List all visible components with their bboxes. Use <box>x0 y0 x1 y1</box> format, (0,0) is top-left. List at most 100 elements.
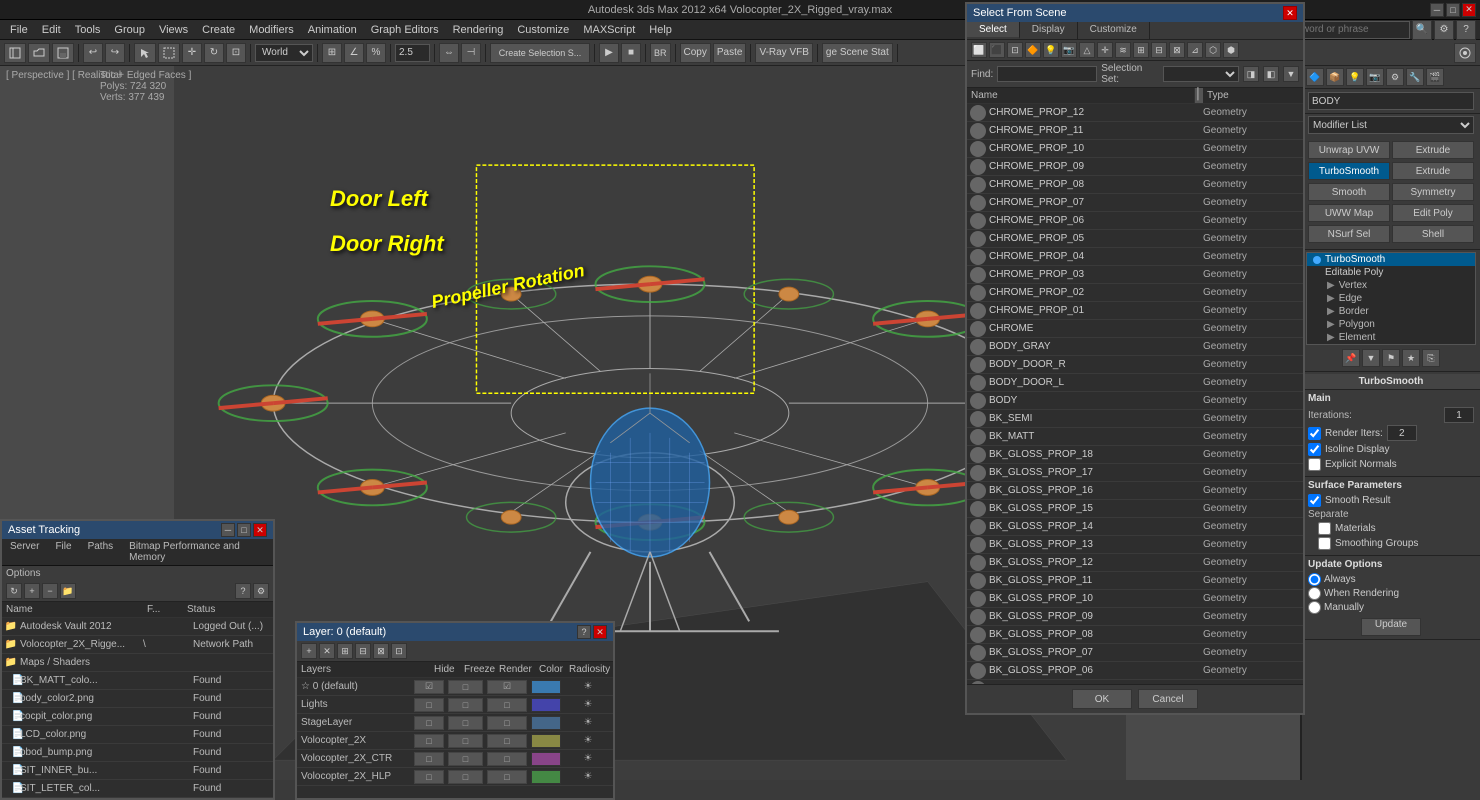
at-list-item[interactable]: 📄 body_color2.png Found <box>2 690 273 708</box>
modifier-list-dropdown[interactable]: Modifier List <box>1308 116 1474 134</box>
scene-row[interactable]: CHROME_PROP_01 Geometry <box>967 302 1303 320</box>
vray-vfb-btn[interactable]: V-Ray VFB <box>755 43 812 63</box>
at-list-item[interactable]: 📄 SIT_LETER_col... Found <box>2 780 273 798</box>
layer-freeze-check[interactable]: □ <box>448 770 483 784</box>
layer-render-check[interactable]: □ <box>487 752 527 766</box>
tab-display[interactable]: Display <box>1020 22 1078 39</box>
rp-icon-2[interactable]: 📦 <box>1326 68 1344 86</box>
scene-row[interactable]: BK_GLOSS_PROP_15 Geometry <box>967 500 1303 518</box>
ok-button[interactable]: OK <box>1072 689 1132 709</box>
at-add-btn[interactable]: + <box>24 583 40 599</box>
lm-sel-obj-btn[interactable]: ⊟ <box>355 643 371 659</box>
scene-row[interactable]: BK_GLOSS_PROP_10 Geometry <box>967 590 1303 608</box>
sel-set-arrow[interactable]: ▼ <box>1283 66 1299 82</box>
scene-row[interactable]: CHROME_PROP_12 Geometry <box>967 104 1303 122</box>
dialog-cam-btn[interactable]: 📷 <box>1061 42 1077 58</box>
menu-group[interactable]: Group <box>108 24 151 36</box>
layer-row[interactable]: ☆ 0 (default) ☑ □ ☑ ☀ <box>297 678 613 696</box>
dialog-shape-btn[interactable]: △ <box>1079 42 1095 58</box>
render-iters-check[interactable] <box>1308 427 1321 440</box>
lm-delete-btn[interactable]: ✕ <box>319 643 335 659</box>
scale-btn[interactable]: ⊡ <box>226 43 246 63</box>
at-menu-file[interactable]: File <box>47 539 79 565</box>
dialog-xref-btn[interactable]: ⊟ <box>1151 42 1167 58</box>
edit-poly-btn[interactable]: Edit Poly <box>1392 204 1474 222</box>
at-maximize-btn[interactable]: □ <box>237 523 251 537</box>
menu-help[interactable]: Help <box>643 24 678 36</box>
tab-select[interactable]: Select <box>967 22 1020 39</box>
scene-row[interactable]: CHROME_PROP_10 Geometry <box>967 140 1303 158</box>
layer-freeze-check[interactable]: □ <box>448 698 483 712</box>
at-list-item[interactable]: 📁 Volocopter_2X_Rigge... \ Network Path <box>2 636 273 654</box>
percent-snap-btn[interactable]: % <box>366 43 386 63</box>
at-help-btn[interactable]: ? <box>235 583 251 599</box>
menu-customize[interactable]: Customize <box>511 24 575 36</box>
nav-star-btn[interactable]: ★ <box>1402 349 1420 367</box>
undo-btn[interactable]: ↩ <box>83 43 103 63</box>
rp-icon-7[interactable]: 🎬 <box>1426 68 1444 86</box>
scene-row[interactable]: CHROME_PROP_02 Geometry <box>967 284 1303 302</box>
lm-question-btn[interactable]: ? <box>577 625 591 639</box>
scene-row[interactable]: BODY_GRAY Geometry <box>967 338 1303 356</box>
new-btn[interactable] <box>4 43 26 63</box>
smooth-btn[interactable]: Smooth <box>1308 183 1390 201</box>
layer-hide-check[interactable]: □ <box>414 752 444 766</box>
at-menu-paths[interactable]: Paths <box>80 539 122 565</box>
symmetry-btn[interactable]: Symmetry <box>1392 183 1474 201</box>
sel-set-btn2[interactable]: ◧ <box>1263 66 1279 82</box>
menu-file[interactable]: File <box>4 24 34 36</box>
snap-btn[interactable]: ⊞ <box>322 43 342 63</box>
reference-dropdown[interactable]: World Local Screen <box>255 44 313 62</box>
rp-icon-3[interactable]: 💡 <box>1346 68 1364 86</box>
dialog-group-btn[interactable]: ⊞ <box>1133 42 1149 58</box>
paste-btn[interactable]: Paste <box>713 43 747 63</box>
menu-tools[interactable]: Tools <box>69 24 107 36</box>
scene-row[interactable]: BK_GLOSS_PROP_08 Geometry <box>967 626 1303 644</box>
lm-cur-layer-btn[interactable]: ⊡ <box>391 643 407 659</box>
search-button[interactable]: 🔍 <box>1412 20 1432 40</box>
minimize-button[interactable]: ─ <box>1430 3 1444 17</box>
menu-animation[interactable]: Animation <box>302 24 363 36</box>
at-list-item[interactable]: 📁 Maps / Shaders <box>2 654 273 672</box>
copy-btn[interactable]: Copy <box>680 43 711 63</box>
scene-row[interactable]: BK_SEMI Geometry <box>967 410 1303 428</box>
layer-freeze-check[interactable]: □ <box>448 752 483 766</box>
scene-row[interactable]: BK_GLOSS_PROP_11 Geometry <box>967 572 1303 590</box>
editable-poly-stack-item[interactable]: Editable Poly <box>1307 266 1475 279</box>
dialog-close-btn[interactable]: ✕ <box>1283 6 1297 20</box>
dialog-invert-btn[interactable]: ⊡ <box>1007 42 1023 58</box>
lm-add-btn[interactable]: + <box>301 643 317 659</box>
scene-row[interactable]: CHROME_PROP_04 Geometry <box>967 248 1303 266</box>
col-resize[interactable]: │ <box>1195 88 1203 103</box>
smooth-result-check[interactable] <box>1308 494 1321 507</box>
scene-row[interactable]: CHROME_PROP_08 Geometry <box>967 176 1303 194</box>
layer-color-swatch[interactable] <box>531 770 561 784</box>
layer-freeze-check[interactable]: □ <box>448 680 483 694</box>
uvw-map-btn[interactable]: UWW Map <box>1308 204 1390 222</box>
create-selection-btn[interactable]: Create Selection S... <box>490 43 590 63</box>
layer-hide-check[interactable]: ☑ <box>414 680 444 694</box>
layer-hide-check[interactable]: □ <box>414 716 444 730</box>
layer-color-swatch[interactable] <box>531 716 561 730</box>
at-menu-server[interactable]: Server <box>2 539 47 565</box>
layer-render-check[interactable]: □ <box>487 770 527 784</box>
layer-render-check[interactable]: ☑ <box>487 680 527 694</box>
layer-row[interactable]: Volocopter_2X_HLP □ □ □ ☀ <box>297 768 613 786</box>
turbo-smooth-top-btn[interactable]: TurboSmooth <box>1308 162 1390 180</box>
scene-row[interactable]: BK_GLOSS_PROP_07 Geometry <box>967 644 1303 662</box>
scene-stat-btn[interactable]: ge Scene Stat <box>822 43 893 63</box>
scene-row[interactable]: BK_GLOSS_PROP_16 Geometry <box>967 482 1303 500</box>
layer-color-swatch[interactable] <box>531 680 561 694</box>
redo-btn[interactable]: ↪ <box>105 43 125 63</box>
at-folder-btn[interactable]: 📁 <box>60 583 76 599</box>
dialog-spacewarp-btn[interactable]: ≋ <box>1115 42 1131 58</box>
explicit-normals-check[interactable] <box>1308 458 1321 471</box>
rp-icon-5[interactable]: ⚙ <box>1386 68 1404 86</box>
scene-row[interactable]: BK_GLOSS_PROP_14 Geometry <box>967 518 1303 536</box>
edge-item[interactable]: ▶ Edge <box>1327 292 1475 305</box>
play-btn[interactable]: ▶ <box>599 43 619 63</box>
nav-pin-btn[interactable]: 📌 <box>1342 349 1360 367</box>
at-list-item[interactable]: 📄 SIT_INNER_bu... Found <box>2 762 273 780</box>
menu-create[interactable]: Create <box>196 24 241 36</box>
element-item[interactable]: ▶ Element <box>1327 331 1475 344</box>
